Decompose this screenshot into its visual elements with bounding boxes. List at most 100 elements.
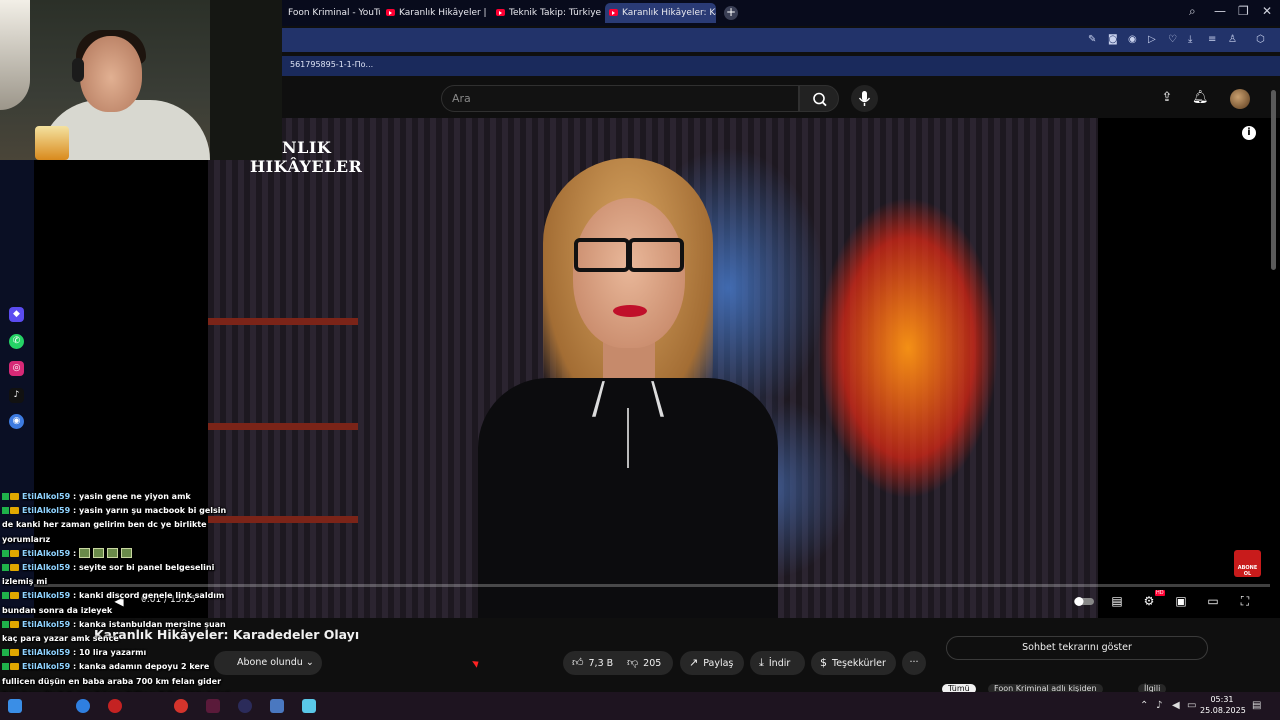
app-launcher-icon[interactable]: ◆	[9, 307, 24, 322]
search-tabs-icon[interactable]: ⌕	[1189, 4, 1196, 19]
video-frame[interactable]	[208, 118, 1098, 618]
minimize-icon[interactable]: —	[1214, 4, 1226, 18]
subscriber-badge-icon	[10, 592, 19, 600]
chevron-down-icon: ⌄	[305, 657, 314, 668]
shield-icon[interactable]: ◉	[1128, 34, 1137, 45]
obs-icon[interactable]	[238, 699, 252, 713]
music-player-icon[interactable]: ◉	[9, 414, 24, 429]
new-tab-button[interactable]: +	[724, 6, 738, 20]
download-button[interactable]: ⤓ İndir	[750, 651, 805, 675]
instagram-icon[interactable]: ◎	[9, 361, 24, 376]
hd-badge: HD	[1155, 590, 1165, 596]
chat-username: EtilAlkol59	[22, 619, 71, 629]
upload-icon[interactable]: ⇪	[1159, 90, 1175, 106]
subscribe-watermark-badge[interactable]: ABONE OL	[1234, 550, 1261, 577]
chat-message: EtilAlkol59 : kanki discord genele link …	[2, 589, 232, 617]
scroll-thumb[interactable]	[1271, 90, 1276, 270]
opera-icon[interactable]	[108, 699, 122, 713]
chat-message: EtilAlkol59 : seyite sor bi panel belges…	[2, 561, 232, 589]
settings-app-icon[interactable]	[270, 699, 284, 713]
microphone-tray-icon[interactable]: ♪	[1156, 700, 1162, 711]
subscriber-badge-icon	[10, 507, 19, 515]
search-input[interactable]: Ara	[441, 85, 799, 112]
tab-teknik-takip[interactable]: Teknik Takip: Türkiye'nin E	[492, 3, 602, 23]
show-chat-replay-button[interactable]: Sohbet tekrarını göster	[946, 636, 1208, 660]
chat-message: EtilAlkol59 : 10 lira yazarmı	[2, 646, 232, 660]
chat-message: EtilAlkol59 :	[2, 547, 232, 561]
badge-icon	[2, 493, 9, 500]
dislike-count: 205	[643, 658, 662, 669]
subtitles-icon[interactable]: ▤	[1108, 593, 1126, 609]
app-icon[interactable]	[206, 699, 220, 713]
edge-browser-icon[interactable]	[76, 699, 90, 713]
microphone-icon	[858, 91, 871, 106]
tab-foon-kriminal[interactable]: Foon Kriminal - YouTube	[284, 3, 380, 23]
like-count: 7,3 B	[588, 658, 614, 669]
theater-mode-icon[interactable]: ▭	[1204, 593, 1222, 609]
subscribe-label: Abone olundu	[237, 657, 303, 668]
close-icon[interactable]: ✕	[1262, 4, 1272, 18]
menu-icon[interactable]: ≡	[1208, 34, 1216, 45]
notifications-bell-icon[interactable]: 🔔︎	[1192, 90, 1209, 106]
screen: Foon Kriminal - YouTube Karanlık Hikâyel…	[0, 0, 1280, 720]
tab-label: Foon Kriminal - YouTube	[288, 8, 380, 18]
badge-icon	[2, 592, 9, 600]
system-clock[interactable]: 05:31 25.08.2025	[1200, 694, 1246, 716]
thumbs-up-icon: 👍︎	[572, 656, 584, 669]
bookmark-bar: 561795895-1-1-По...	[282, 56, 1280, 76]
chat-text: :	[72, 548, 77, 558]
like-button[interactable]: 👍︎ 7,3 B	[563, 651, 622, 675]
tray-chevron-icon[interactable]: ⌃	[1140, 700, 1148, 711]
edit-icon[interactable]: ✎	[1088, 34, 1096, 45]
fullscreen-icon[interactable]: ⛶	[1236, 593, 1254, 609]
thanks-label: Teşekkürler	[832, 658, 886, 669]
tab-karanlik-bitlisli[interactable]: Karanlık Hikâyeler | Bitlisli	[382, 3, 488, 23]
search-button[interactable]	[799, 85, 839, 112]
background-shelf	[208, 423, 358, 430]
start-icon[interactable]	[8, 699, 22, 713]
chat-emote-icon	[92, 547, 104, 558]
more-actions-button[interactable]: ···	[902, 651, 926, 675]
windows-taskbar	[0, 692, 1280, 720]
thanks-button[interactable]: $ Teşekkürler	[811, 651, 896, 675]
account-avatar[interactable]	[1230, 89, 1250, 109]
streamer-webcam	[0, 0, 282, 160]
chat-username: EtilAlkol59	[22, 548, 71, 558]
tab-label: Karanlık Hikâyeler | Bitlisli	[399, 8, 488, 18]
clock-date: 25.08.2025	[1200, 706, 1246, 715]
youtube-icon	[386, 9, 395, 16]
thumbs-down-icon: 👎︎	[627, 656, 639, 669]
heart-icon[interactable]: ♡	[1168, 34, 1177, 45]
search-icon	[813, 92, 827, 107]
play-icon[interactable]: ▷	[1148, 34, 1156, 45]
miniplayer-icon[interactable]: ▣	[1172, 593, 1190, 609]
cup-icon	[35, 126, 69, 160]
chat-username: EtilAlkol59	[22, 662, 71, 672]
download-label: İndir	[768, 658, 791, 669]
tab-karanlik-karadedeler[interactable]: Karanlık Hikâyeler: Karad	[605, 3, 716, 23]
badge-icon	[2, 620, 9, 628]
address-bar[interactable]: ✎ ◙ ◉ ▷ ♡ ⤓ ≡ ♙ ⬡	[282, 28, 1280, 52]
bookmark-item[interactable]: 561795895-1-1-По...	[290, 60, 373, 69]
info-icon[interactable]: i	[1242, 126, 1256, 140]
notifications-icon[interactable]: ▤	[1252, 700, 1261, 711]
profile-icon[interactable]: ♙	[1228, 34, 1237, 45]
camera-icon[interactable]: ◙	[1108, 34, 1118, 45]
opera-gx-icon[interactable]	[174, 699, 188, 713]
youtube-icon	[609, 9, 618, 16]
notepad-icon[interactable]	[302, 699, 316, 713]
tiktok-icon[interactable]: ♪	[9, 388, 24, 403]
extension-icon[interactable]: ⬡	[1256, 34, 1265, 45]
share-button[interactable]: ↗ Paylaş	[680, 651, 744, 675]
chat-username: EtilAlkol59	[22, 648, 71, 658]
volume-tray-icon[interactable]: ◀︎	[1172, 700, 1180, 711]
download-icon[interactable]: ⤓	[1188, 34, 1192, 45]
voice-search-button[interactable]	[851, 85, 878, 112]
network-tray-icon[interactable]: ▭	[1187, 700, 1196, 711]
page-scrollbar[interactable]	[1271, 82, 1277, 692]
autoplay-toggle[interactable]	[1073, 593, 1095, 609]
restore-icon[interactable]: ❐	[1238, 4, 1249, 18]
dislike-button[interactable]: 👎︎ 205	[621, 651, 673, 675]
chat-message: EtilAlkol59 : kanka istanbuldan mersine …	[2, 618, 232, 646]
whatsapp-icon[interactable]: ✆	[9, 334, 24, 349]
